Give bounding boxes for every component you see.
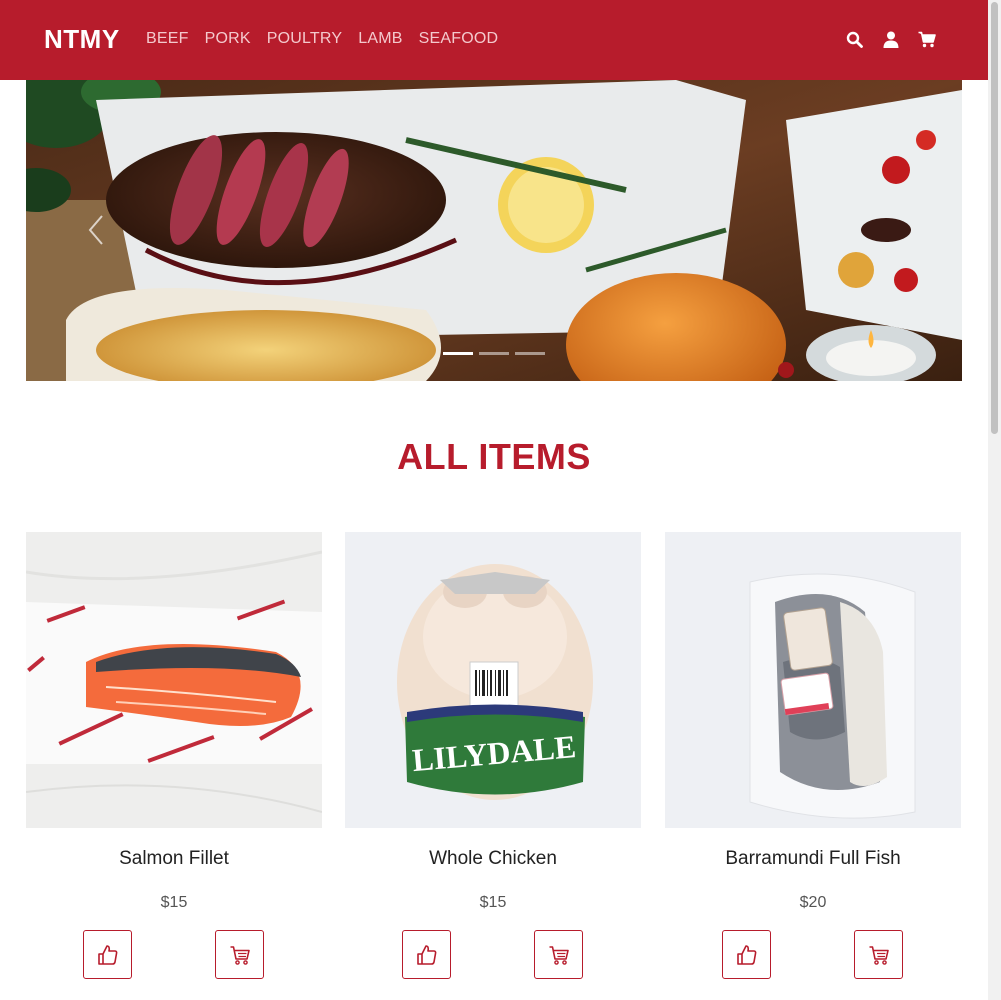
nav-link-poultry[interactable]: POULTRY	[267, 30, 343, 48]
carousel-indicators	[443, 352, 545, 355]
product-image[interactable]: LILYDALE	[345, 532, 641, 828]
like-button[interactable]	[402, 930, 451, 979]
product-price: $15	[160, 894, 188, 911]
product-name[interactable]: Salmon Fillet	[26, 848, 322, 870]
add-to-cart-button[interactable]	[534, 930, 583, 979]
hero-carousel	[26, 80, 962, 381]
nav-link-seafood[interactable]: SEAFOOD	[419, 30, 499, 48]
product-name[interactable]: Whole Chicken	[345, 848, 641, 870]
product-price: $15	[479, 894, 507, 911]
cart-icon	[549, 945, 569, 965]
scrollbar-thumb[interactable]	[991, 2, 998, 434]
nav-link-lamb[interactable]: LAMB	[358, 30, 402, 48]
like-button[interactable]	[722, 930, 771, 979]
thumbs-up-icon	[416, 944, 436, 965]
product-card-chicken: LILYDALE Whole Chicken $15	[345, 532, 641, 979]
cart-icon	[869, 945, 889, 965]
thumbs-up-icon	[736, 944, 756, 965]
add-to-cart-button[interactable]	[854, 930, 903, 979]
add-to-cart-button[interactable]	[215, 930, 264, 979]
carousel-indicator-1[interactable]	[443, 352, 473, 355]
hero-slide-image	[26, 80, 962, 381]
brand-logo[interactable]: NTMY	[44, 24, 120, 55]
cart-icon[interactable]	[917, 28, 936, 50]
search-icon[interactable]	[845, 28, 864, 50]
product-name[interactable]: Barramundi Full Fish	[665, 848, 961, 870]
section-title: ALL ITEMS	[397, 436, 591, 477]
cart-icon	[230, 945, 250, 965]
nav-link-beef[interactable]: BEEF	[146, 30, 189, 48]
product-image[interactable]	[26, 532, 322, 828]
product-card-barramundi: Barramundi Full Fish $20	[665, 532, 961, 979]
thumbs-up-icon	[97, 944, 117, 965]
nav-menu: BEEF PORK POULTRY LAMB SEAFOOD	[146, 30, 514, 48]
user-icon[interactable]	[881, 28, 900, 50]
product-image[interactable]	[665, 532, 961, 828]
like-button[interactable]	[83, 930, 132, 979]
nav-icons	[845, 28, 936, 50]
page-scrollbar[interactable]	[988, 0, 1001, 1000]
product-card-salmon: Salmon Fillet $15	[26, 532, 322, 979]
nav-link-pork[interactable]: PORK	[205, 30, 251, 48]
carousel-prev-button[interactable]	[84, 212, 108, 248]
carousel-indicator-3[interactable]	[515, 352, 545, 355]
product-price: $20	[799, 894, 827, 911]
chevron-left-icon	[88, 215, 103, 245]
top-navbar: NTMY BEEF PORK POULTRY LAMB SEAFOOD	[0, 0, 988, 80]
carousel-indicator-2[interactable]	[479, 352, 509, 355]
